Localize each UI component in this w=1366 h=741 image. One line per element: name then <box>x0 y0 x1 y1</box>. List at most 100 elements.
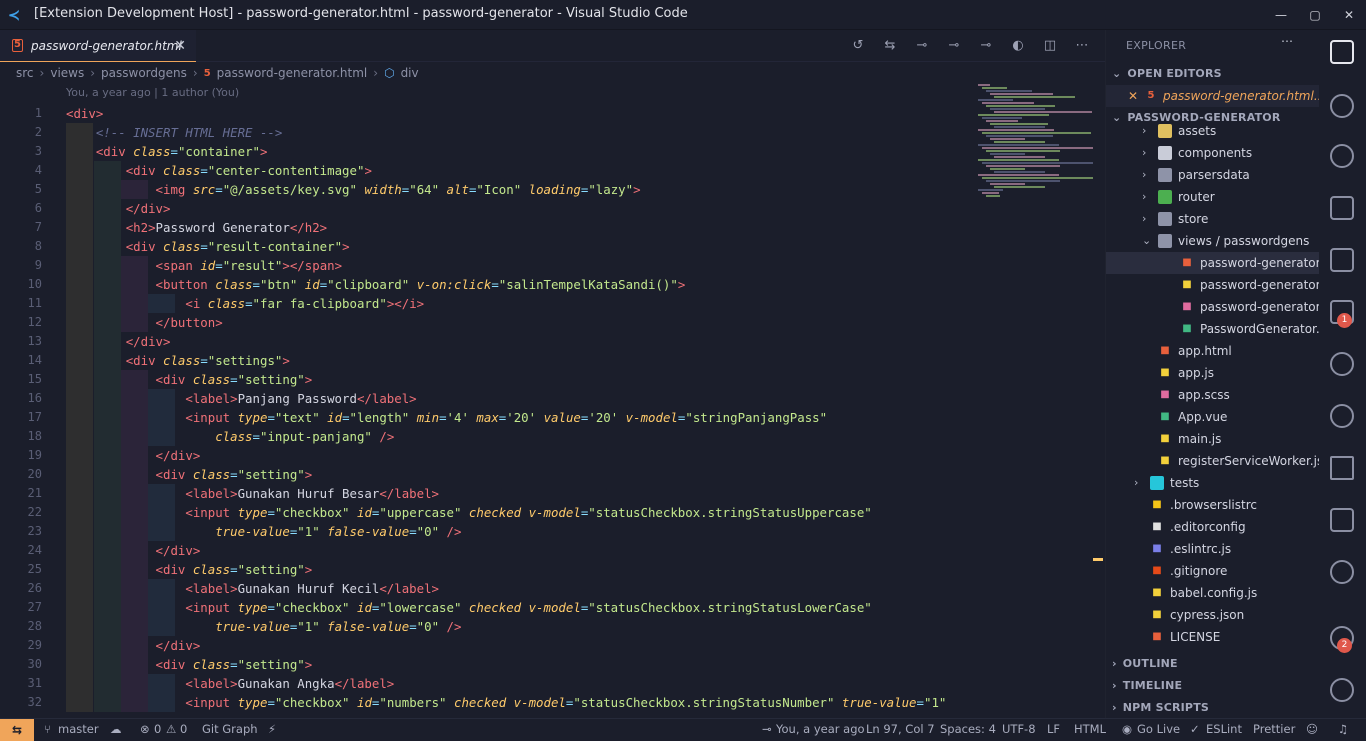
code-line[interactable]: 20 <div class="setting"> <box>0 465 1095 484</box>
split-editor-icon[interactable]: ◫ <box>1041 38 1059 54</box>
code-line[interactable]: 10 <button class="btn" id="clipboard" v-… <box>0 275 1095 294</box>
file-tree-item[interactable]: ■ password-generator.html <box>1106 252 1351 274</box>
file-tree-item[interactable]: ■ babel.config.js <box>1106 582 1320 604</box>
code-line[interactable]: 15 <div class="setting"> <box>0 370 1095 389</box>
notifications-bell-icon[interactable]: ♫ <box>1338 722 1348 736</box>
next-revision-icon[interactable]: ⊸ <box>977 38 995 54</box>
file-tree-item[interactable]: ■ LICENSE <box>1106 626 1320 648</box>
code-line[interactable]: 16 <label>Panjang Password</label> <box>0 389 1095 408</box>
file-tree-item[interactable]: ■ app.html <box>1106 340 1320 362</box>
code-line[interactable]: 19 </div> <box>0 446 1095 465</box>
error-count[interactable]: 0 <box>154 722 161 736</box>
docker-icon[interactable] <box>1330 404 1354 428</box>
code-line[interactable]: 22 <input type="checkbox" id="uppercase"… <box>0 503 1095 522</box>
code-line[interactable]: 4 <div class="center-contentimage"> <box>0 161 1095 180</box>
compare-changes-icon[interactable]: ⇆ <box>881 38 899 54</box>
breadcrumb-item[interactable]: div <box>401 66 419 80</box>
file-tree-item[interactable]: › store <box>1106 208 1320 230</box>
file-tree-item[interactable]: ■ App.vue <box>1106 406 1320 428</box>
breadcrumb-item[interactable]: views <box>50 66 84 80</box>
code-line[interactable]: 8 <div class="result-container"> <box>0 237 1095 256</box>
minimap[interactable] <box>978 84 1093 384</box>
file-tree-item[interactable]: ■ password-generator.js <box>1106 274 1333 296</box>
indentation[interactable]: Spaces: 4 <box>940 722 996 736</box>
notes-icon[interactable] <box>1330 508 1354 532</box>
warning-count[interactable]: 0 <box>180 722 187 736</box>
run-debug-icon[interactable] <box>1330 196 1354 220</box>
remote-explorer-icon[interactable] <box>1330 248 1354 272</box>
file-tree-item[interactable]: ■ .editorconfig <box>1106 516 1320 538</box>
code-line[interactable]: 30 <div class="setting"> <box>0 655 1095 674</box>
npm-scripts-section[interactable]: › NPM SCRIPTS <box>1112 701 1209 714</box>
file-tree-item[interactable]: › tests <box>1106 472 1320 494</box>
language-mode[interactable]: HTML <box>1074 722 1106 736</box>
file-tree-item[interactable]: › assets <box>1106 120 1320 142</box>
code-line[interactable]: 28 true-value="1" false-value="0" /> <box>0 617 1095 636</box>
tab-close-icon[interactable]: ✕ <box>174 38 186 54</box>
breadcrumb-item[interactable]: src <box>16 66 34 80</box>
git-branch-icon[interactable] <box>1330 560 1354 584</box>
line-ending[interactable]: LF <box>1047 722 1060 736</box>
close-icon[interactable]: ✕ <box>1128 85 1138 107</box>
code-editor[interactable]: 1 <div> 2 <!-- INSERT HTML HERE --> 3 <div … <box>0 104 1095 718</box>
file-tree-item[interactable]: ■ app.js <box>1106 362 1320 384</box>
eslint-status[interactable]: ESLint <box>1206 722 1242 736</box>
feedback-icon[interactable]: ☺ <box>1306 722 1318 736</box>
file-tree-item[interactable]: ■ cypress.json <box>1106 604 1320 626</box>
code-line[interactable]: 26 <label>Gunakan Huruf Kecil</label> <box>0 579 1095 598</box>
file-tree-item[interactable]: › components <box>1106 142 1320 164</box>
file-tree-item[interactable]: ■ app.scss <box>1106 384 1320 406</box>
blame-annotation[interactable]: You, a year ago | 1 author (You) <box>66 86 239 99</box>
code-line[interactable]: 24 </div> <box>0 541 1095 560</box>
code-line[interactable]: 31 <label>Gunakan Angka</label> <box>0 674 1095 693</box>
tab-password-generator-html[interactable]: 5 password-generator.html ✕ <box>0 30 196 62</box>
code-line[interactable]: 7 <h2>Password Generator</h2> <box>0 218 1095 237</box>
code-line[interactable]: 3 <div class="container"> <box>0 142 1095 161</box>
previous-revision-icon[interactable]: ⊸ <box>945 38 963 54</box>
file-tree-item[interactable]: ■ .browserslistrc <box>1106 494 1320 516</box>
code-line[interactable]: 18 class="input-panjang" /> <box>0 427 1095 446</box>
file-tree-item[interactable]: ■ .gitignore <box>1106 560 1320 582</box>
file-tree-item[interactable]: ■ .eslintrc.js <box>1106 538 1320 560</box>
file-tree-item[interactable]: ■ password-generator.scss <box>1106 296 1348 318</box>
encoding[interactable]: UTF-8 <box>1002 722 1036 736</box>
more-actions-icon[interactable]: ⋯ <box>1281 34 1293 48</box>
remote-indicator-icon[interactable]: ⇆ <box>0 719 34 741</box>
file-tree-item[interactable]: ■ registerServiceWorker.js <box>1106 450 1323 472</box>
search-icon[interactable] <box>1330 94 1354 118</box>
maximize-button[interactable]: ▢ <box>1298 0 1332 30</box>
open-editor-item[interactable]: ✕ 5 password-generator.html... <box>1106 85 1325 107</box>
explorer-icon[interactable] <box>1330 40 1354 64</box>
file-tree-item[interactable]: ■ PasswordGenerator.vue <box>1106 318 1342 340</box>
minimize-button[interactable]: — <box>1264 0 1298 30</box>
git-graph-icon[interactable] <box>1330 352 1354 376</box>
code-line[interactable]: 6 </div> <box>0 199 1095 218</box>
lightning-icon[interactable]: ⚡ <box>268 722 276 736</box>
breadcrumb-item[interactable]: password-generator.html <box>217 66 368 80</box>
source-control-icon[interactable] <box>1330 144 1354 168</box>
bookmark-icon[interactable] <box>1330 456 1354 480</box>
more-actions-icon[interactable]: ⋯ <box>1073 38 1091 54</box>
close-button[interactable]: ✕ <box>1332 0 1366 30</box>
open-editors-section[interactable]: ⌄ OPEN EDITORS <box>1112 67 1222 80</box>
code-line[interactable]: 23 true-value="1" false-value="0" /> <box>0 522 1095 541</box>
code-line[interactable]: 5 <img src="@/assets/key.svg" width="64"… <box>0 180 1095 199</box>
code-line[interactable]: 9 <span id="result"></span> <box>0 256 1095 275</box>
code-line[interactable]: 12 </button> <box>0 313 1095 332</box>
code-line[interactable]: 21 <label>Gunakan Huruf Besar</label> <box>0 484 1095 503</box>
file-tree-item[interactable]: ⌄ views / passwordgens <box>1106 230 1320 252</box>
branch-name[interactable]: master <box>58 722 99 736</box>
code-line[interactable]: 25 <div class="setting"> <box>0 560 1095 579</box>
code-line[interactable]: 14 <div class="settings"> <box>0 351 1095 370</box>
history-icon[interactable]: ↺ <box>849 38 867 54</box>
timeline-section[interactable]: › TIMELINE <box>1112 679 1182 692</box>
prettier-status[interactable]: Prettier <box>1253 722 1295 736</box>
code-line[interactable]: 1 <div> <box>0 104 1095 123</box>
code-line[interactable]: 32 <input type="checkbox" id="numbers" c… <box>0 693 1095 712</box>
code-line[interactable]: 2 <!-- INSERT HTML HERE --> <box>0 123 1095 142</box>
blame-status[interactable]: You, a year ago <box>776 722 865 736</box>
code-line[interactable]: 17 <input type="text" id="length" min='4… <box>0 408 1095 427</box>
sync-icon[interactable]: ☁ <box>110 722 122 736</box>
code-line[interactable]: 13 </div> <box>0 332 1095 351</box>
open-preview-icon[interactable]: ◐ <box>1009 38 1027 54</box>
